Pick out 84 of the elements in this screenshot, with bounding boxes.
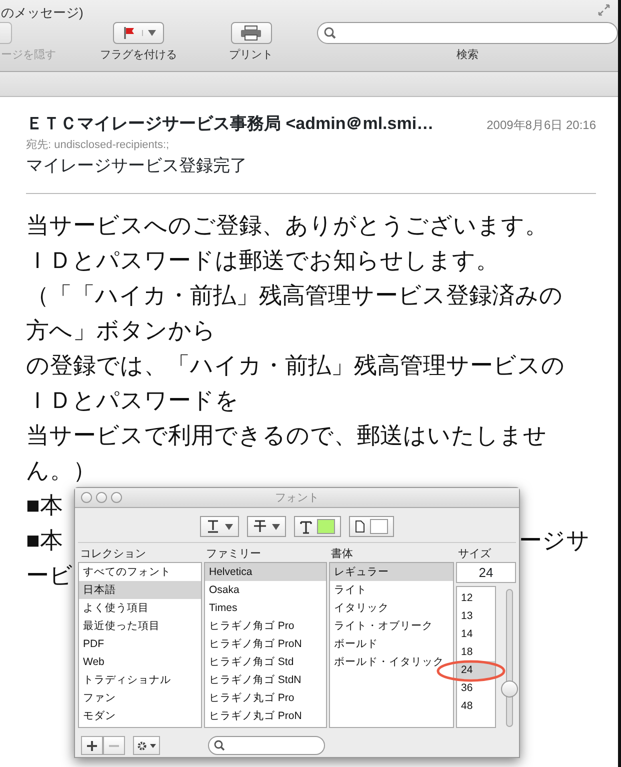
list-item[interactable]: 48	[457, 697, 495, 715]
slider-thumb[interactable]	[501, 680, 518, 698]
body-text: 方へ」ボタンから	[26, 316, 216, 344]
body-text: ■本	[26, 490, 63, 520]
window-button[interactable]	[111, 492, 122, 503]
flag-icon	[122, 26, 136, 40]
flag-button[interactable]	[113, 22, 164, 44]
list-item[interactable]: Helvetica	[205, 563, 326, 581]
list-item[interactable]: レギュラー	[330, 563, 453, 581]
list-item[interactable]: イタリック	[330, 599, 453, 617]
list-item[interactable]: 13	[457, 607, 495, 625]
printer-icon	[240, 25, 262, 41]
size-field[interactable]: 24	[456, 562, 516, 583]
body-text: （「「ハイカ・前払」残高管理サービス登録済みの	[26, 280, 563, 310]
subject-text: マイレージサービス登録完了	[26, 155, 248, 177]
page-icon	[355, 520, 365, 533]
body-text: 当サービスで利用できるので、郵送はいたしませ	[26, 420, 547, 450]
list-item[interactable]: 18	[457, 643, 495, 661]
gear-icon	[136, 740, 156, 750]
search-field[interactable]	[317, 22, 618, 44]
text-color-button[interactable]	[294, 516, 341, 537]
date-text: 2009年8月6日 20:16	[486, 117, 596, 134]
underline-button[interactable]	[200, 516, 239, 537]
sender-name: ＥＴＣマイレージサービス事務局 <admin＠ml.smi…	[26, 113, 434, 135]
column-heading: コレクション	[79, 547, 147, 562]
panel-title: フォント	[275, 492, 319, 504]
plus-icon	[87, 740, 97, 750]
list-item[interactable]: ボールド	[330, 635, 453, 653]
list-item[interactable]: Osaka	[205, 581, 326, 599]
body-text: の登録では、「ハイカ・前払」残高管理サービスの	[26, 350, 565, 380]
list-item[interactable]: ライト	[330, 581, 453, 599]
column-heading: 書体	[330, 547, 354, 562]
search-icon	[324, 27, 336, 39]
list-item[interactable]: ボールド・イタリック	[330, 653, 453, 671]
list-item[interactable]: 日本語	[79, 581, 201, 599]
column-heading: サイズ	[457, 547, 492, 562]
search-icon	[214, 740, 225, 751]
window-button[interactable]	[81, 492, 92, 503]
text-icon	[300, 520, 312, 534]
list-item[interactable]: 最近使った項目	[79, 617, 201, 635]
body-text: ん。）	[26, 456, 96, 484]
list-item[interactable]: 14	[457, 625, 495, 643]
strike-button[interactable]	[247, 516, 286, 537]
body-text: ージサ	[519, 526, 590, 554]
list-item[interactable]: ヒラギノ角ゴ StdN	[205, 671, 326, 689]
list-item[interactable]: ヒラギノ丸ゴ Pro	[205, 689, 326, 707]
list-item[interactable]: PDF	[79, 635, 201, 653]
column-heading: ファミリー	[205, 547, 262, 562]
list-item[interactable]: よく使う項目	[79, 599, 201, 617]
search-field[interactable]	[208, 736, 325, 755]
list-item[interactable]: トラディショナル	[79, 671, 201, 689]
list-item[interactable]: Web	[79, 653, 201, 671]
list-item[interactable]: ライト・オブリーク	[330, 617, 453, 635]
button-label: フラグを付ける	[100, 48, 177, 63]
list-item[interactable]: ヒラギノ角ゴ Pro	[205, 617, 326, 635]
add-button[interactable]	[81, 736, 103, 755]
document-color-button[interactable]	[349, 516, 394, 537]
caret-icon	[225, 524, 233, 530]
list-item[interactable]: ヒラギノ角ゴ ProN	[205, 635, 326, 653]
body-text: ■本	[26, 526, 63, 554]
search-label: 検索	[456, 48, 478, 63]
list-item[interactable]: ヒラギノ角ゴ Std	[205, 653, 326, 671]
list-item[interactable]: Times	[205, 599, 326, 617]
action-button[interactable]	[133, 736, 160, 755]
body-text: 当サービスへのご登録、ありがとうございます。	[26, 210, 548, 240]
list-item[interactable]: ヒラギノ丸ゴ ProN	[205, 707, 326, 725]
caret-icon	[142, 30, 156, 36]
recipient-text: 宛先: undisclosed-recipients:;	[26, 138, 170, 152]
caret-icon	[272, 524, 280, 530]
body-text: ＩＤとパスワードを	[26, 386, 239, 414]
body-text: ＩＤとパスワードは郵送でお知らせします。	[26, 246, 499, 274]
print-button[interactable]	[230, 22, 272, 44]
list-item[interactable]: 36	[457, 679, 495, 697]
button-label: ージを隠す	[1, 48, 56, 63]
list-item[interactable]: すべてのフォント	[79, 563, 201, 581]
strikethrough-icon	[253, 519, 267, 534]
body-text: ービ	[26, 560, 73, 590]
window-title: のメッセージ)	[0, 4, 84, 22]
list-item[interactable]: 12	[457, 589, 495, 607]
button-label: プリント	[229, 48, 273, 63]
underline-icon	[206, 519, 220, 534]
list-item[interactable]: モダン	[79, 707, 201, 725]
list-item[interactable]: ファン	[79, 689, 201, 707]
window-button[interactable]	[96, 492, 107, 503]
